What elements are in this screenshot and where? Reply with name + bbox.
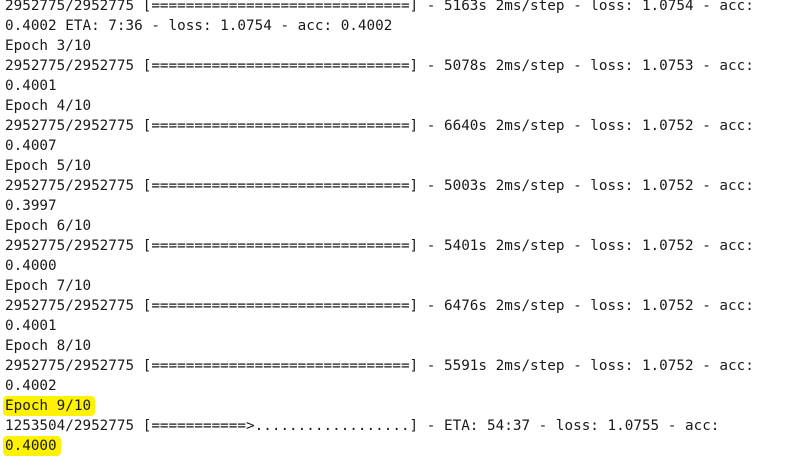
- console-output: 2952775/2952775 [=======================…: [0, 0, 795, 471]
- epoch-header: Epoch 8/10: [5, 338, 92, 354]
- log-line: 0.4002 ETA: 7:36 - loss: 1.0754 - acc: 0…: [5, 18, 393, 34]
- epoch-header: Epoch 5/10: [5, 158, 92, 174]
- highlight-marker: Epoch 9/10: [5, 398, 94, 414]
- epoch-header: Epoch 4/10: [5, 98, 92, 114]
- epoch-header: Epoch 3/10: [5, 38, 92, 54]
- accuracy-value-highlighted: 0.4000: [5, 436, 754, 456]
- epoch-header: Epoch 6/10: [5, 218, 92, 234]
- epoch-header-highlighted: Epoch 9/10: [5, 396, 754, 416]
- log-line: 2952775/2952775 [=======================…: [5, 0, 754, 14]
- accuracy-value: 0.4007: [5, 138, 57, 154]
- progress-line: 2952775/2952775 [=======================…: [5, 118, 754, 134]
- console-lines: 2952775/2952775 [=======================…: [5, 0, 754, 456]
- highlight-marker: 0.4000: [5, 438, 59, 454]
- progress-line-current: 1253504/2952775 [===========>...........…: [5, 418, 720, 434]
- accuracy-value: 0.4000: [5, 258, 57, 274]
- epoch-header: Epoch 7/10: [5, 278, 92, 294]
- progress-line: 2952775/2952775 [=======================…: [5, 358, 754, 374]
- progress-line: 2952775/2952775 [=======================…: [5, 298, 754, 314]
- progress-line: 2952775/2952775 [=======================…: [5, 178, 754, 194]
- accuracy-value: 0.4002: [5, 378, 57, 394]
- accuracy-value: 0.3997: [5, 198, 57, 214]
- accuracy-value: 0.4001: [5, 318, 57, 334]
- progress-line: 2952775/2952775 [=======================…: [5, 58, 754, 74]
- progress-line: 2952775/2952775 [=======================…: [5, 238, 754, 254]
- accuracy-value: 0.4001: [5, 78, 57, 94]
